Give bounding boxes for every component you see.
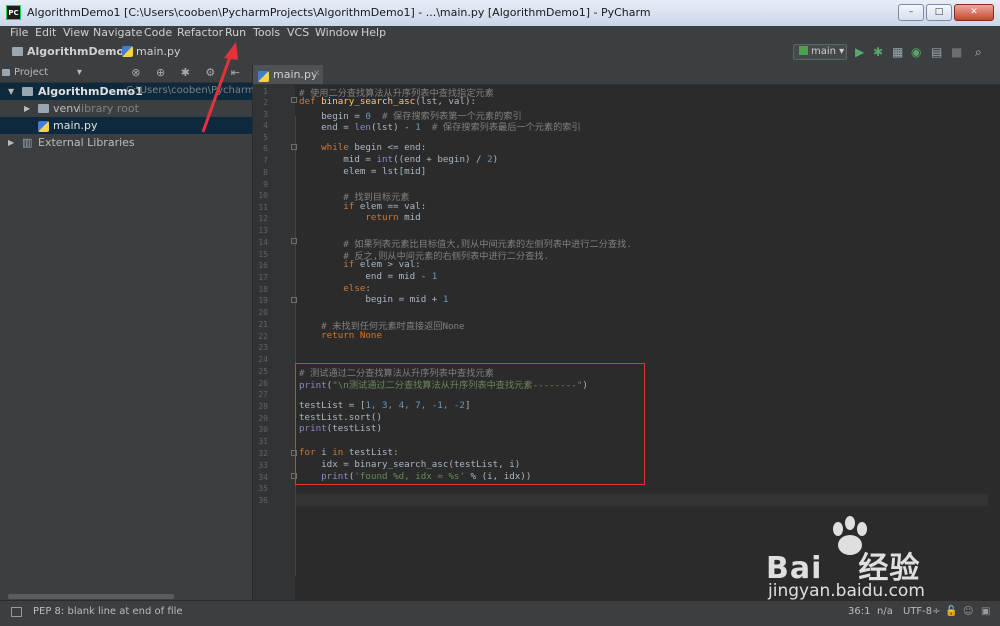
status-line-separator[interactable]: n/a xyxy=(877,606,893,617)
toggle-tool-windows-icon[interactable] xyxy=(11,607,22,617)
status-bar: PEP 8: blank line at end of file 36:1 n/… xyxy=(0,600,1000,626)
baidu-watermark: Bai 经验 jingyan.baidu.com xyxy=(762,515,962,605)
inspector-icon[interactable]: ☺ xyxy=(963,606,973,617)
status-cursor-position[interactable]: 36:1 xyxy=(848,606,870,617)
status-encoding[interactable]: UTF-8÷ xyxy=(903,606,941,617)
watermark-url: jingyan.baidu.com xyxy=(768,581,925,601)
status-message: PEP 8: blank line at end of file xyxy=(33,606,183,617)
horizontal-scrollbar[interactable] xyxy=(8,594,174,599)
lock-icon[interactable]: 🔓 xyxy=(945,606,957,617)
event-log-icon[interactable]: ▣ xyxy=(981,606,990,617)
